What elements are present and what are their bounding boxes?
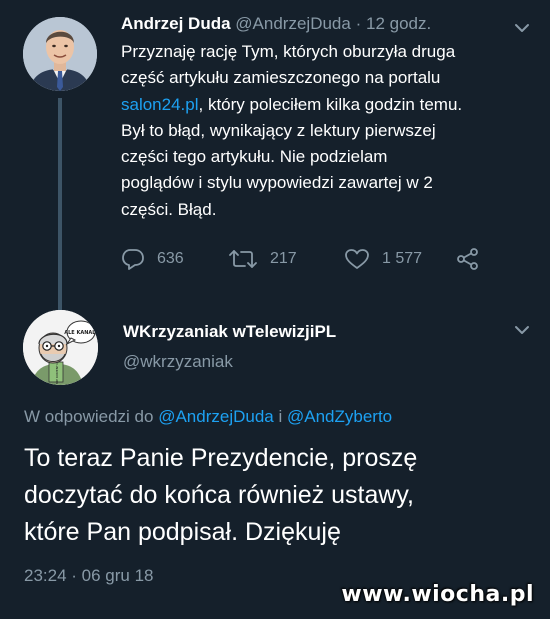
mention-andrzejduda[interactable]: @AndrzejDuda	[158, 407, 274, 426]
reply-button[interactable]: 636	[121, 246, 184, 272]
tweet-thread-screenshot: Andrzej Duda @AndrzejDuda · 12 godz. Prz…	[0, 0, 550, 619]
tweet-actions-bar: 636 217 1 577	[121, 246, 491, 272]
reply-icon	[122, 249, 144, 270]
avatar-cartoon-image: NIE KOMENTUJĘ ALE KANAL!	[23, 310, 98, 385]
tweet-text-line: które Pan podpisał. Dziękuję	[24, 518, 341, 546]
avatar[interactable]: NIE KOMENTUJĘ ALE KANAL!	[23, 310, 98, 385]
author-name[interactable]: Andrzej Duda	[121, 14, 231, 33]
thread-connector-line	[58, 98, 62, 310]
reply-prefix: W odpowiedzi do	[24, 407, 154, 426]
link-salon24[interactable]: salon24.pl	[121, 95, 199, 114]
share-button[interactable]	[456, 246, 480, 272]
avatar-portrait-image	[23, 17, 97, 91]
heart-icon	[345, 249, 369, 269]
tweet-text-line: salon24.pl, który poleciłem kilka godzin…	[121, 92, 521, 118]
reply-count: 636	[157, 250, 184, 267]
share-icon	[457, 248, 478, 270]
retweet-button[interactable]: 217	[228, 246, 297, 272]
avatar[interactable]	[23, 17, 97, 91]
tweet-text: To teraz Panie Prezydencie, proszę doczy…	[24, 440, 534, 551]
tweet-text-line: poglądów i stylu wypowiedzi zawartej w 2	[121, 173, 433, 193]
reply-conjunction: i	[278, 407, 283, 426]
chevron-down-icon[interactable]	[514, 324, 530, 336]
separator-dot: ·	[355, 14, 362, 33]
reply-context: W odpowiedzi do @AndrzejDuda i @AndZyber…	[24, 407, 392, 427]
author-handle[interactable]: @AndrzejDuda	[235, 14, 351, 33]
tweet-andrzej-duda[interactable]: Andrzej Duda @AndrzejDuda · 12 godz. Prz…	[0, 0, 550, 310]
mention-andzyberto[interactable]: @AndZyberto	[287, 407, 392, 426]
author-handle[interactable]: @wkrzyzaniak	[123, 352, 233, 372]
tweet-text-line: doczytać do końca również ustawy,	[24, 481, 415, 509]
tweet-text: Przyznaję rację Tym, których oburzyła dr…	[121, 39, 521, 223]
tweet-text-line: części. Błąd.	[121, 199, 217, 219]
like-button[interactable]: 1 577	[344, 246, 422, 272]
chevron-down-icon[interactable]	[514, 22, 530, 34]
watermark: www.wiocha.pl	[341, 582, 534, 607]
author-name[interactable]: WKrzyzaniak wTelewizjiPL	[123, 322, 336, 342]
retweet-count: 217	[270, 250, 297, 267]
tweet-text-line: To teraz Panie Prezydencie, proszę	[24, 444, 418, 472]
tweet-text-line: część artykułu zamieszczonego na portalu	[121, 68, 441, 88]
avatar-sign-text: NIE KOMENTUJĘ	[55, 360, 59, 384]
tweet-text-line: części tego artykułu. Nie podzielam	[121, 147, 388, 167]
tweet-text-fragment: , który poleciłem kilka godzin temu.	[198, 94, 463, 114]
retweet-icon	[229, 250, 257, 268]
tweet-time[interactable]: 12 godz.	[366, 14, 431, 33]
tweet-text-line: Przyznaję rację Tym, których oburzyła dr…	[121, 42, 456, 61]
avatar-bubble-text: ALE KANAL!	[64, 330, 97, 336]
tweet-header: Andrzej Duda @AndrzejDuda · 12 godz.	[121, 14, 431, 34]
tweet-timestamp[interactable]: 23:24 · 06 gru 18	[24, 566, 153, 586]
tweet-text-line: Był to błąd, wynikający z lektury pierws…	[121, 120, 436, 140]
like-count: 1 577	[382, 250, 423, 267]
